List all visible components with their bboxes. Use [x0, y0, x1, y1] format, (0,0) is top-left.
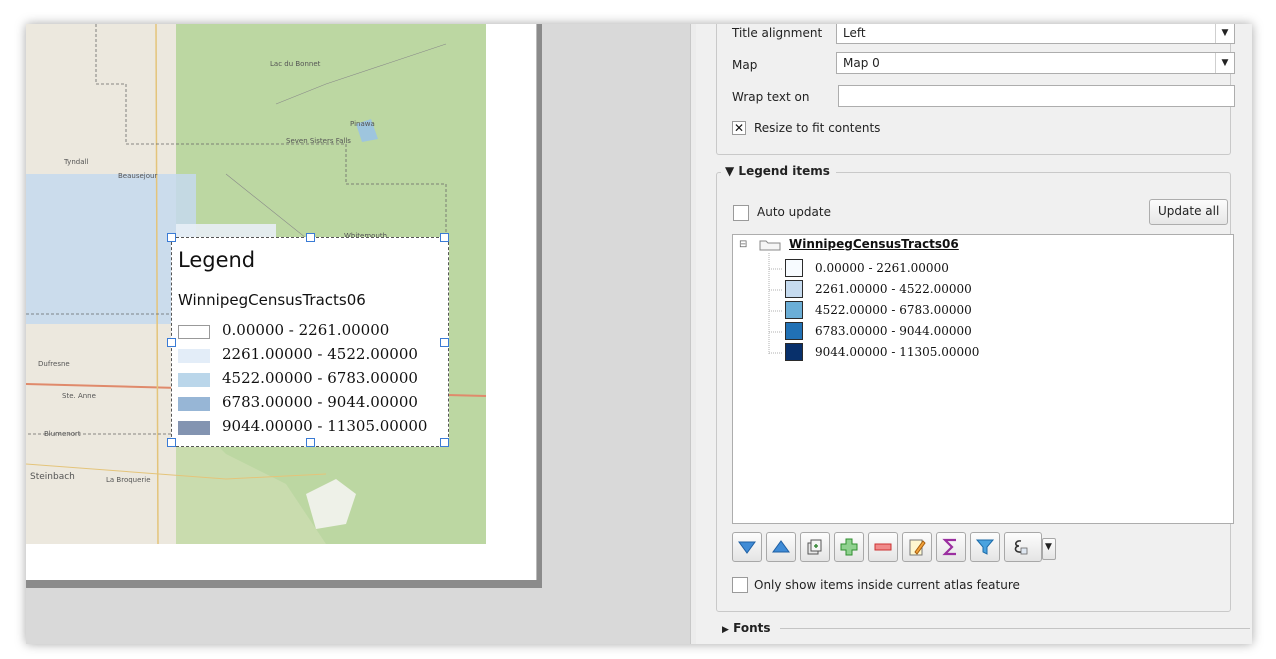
- map-place-label: Beausejour: [118, 172, 158, 180]
- tree-swatch: [785, 343, 803, 361]
- auto-update-checkbox[interactable]: [733, 205, 749, 221]
- add-group-icon: [807, 539, 822, 555]
- tree-item-label[interactable]: 2261.00000 - 4522.00000: [815, 279, 972, 299]
- map-place-label: Blumenort: [44, 430, 81, 438]
- edit-item-button[interactable]: [902, 532, 932, 562]
- chevron-down-icon: ▼: [1045, 542, 1052, 552]
- tree-swatch: [785, 301, 803, 319]
- move-down-button[interactable]: [732, 532, 762, 562]
- move-up-icon: [772, 540, 790, 553]
- resize-to-fit-label: Resize to fit contents: [754, 121, 881, 135]
- wrap-text-label: Wrap text on: [732, 90, 810, 104]
- resize-to-fit-checkbox[interactable]: ✕: [732, 121, 746, 135]
- map-place-label: Steinbach: [30, 472, 75, 482]
- resize-handle[interactable]: [440, 338, 449, 347]
- resize-handle[interactable]: [440, 233, 449, 242]
- map-place-label: La Broquerie: [106, 476, 151, 484]
- item-properties-panel: Title alignment Left ▼ Map Map 0 ▼ Wrap …: [696, 24, 1252, 644]
- tree-item-label[interactable]: 9044.00000 - 11305.00000: [815, 342, 979, 362]
- wrap-text-input[interactable]: [838, 85, 1235, 107]
- legend-title: Legend: [178, 248, 256, 272]
- legend-items-tree[interactable]: ⊟ WinnipegCensusTracts06 0.00000 - 2261.…: [732, 234, 1234, 524]
- legend-entry-label: 9044.00000 - 11305.00000: [222, 417, 428, 435]
- map-select-value: Map 0: [843, 56, 880, 70]
- remove-item-button[interactable]: [868, 532, 898, 562]
- collapse-triangle-icon: ▼: [725, 164, 735, 178]
- legend-swatch: [178, 349, 210, 363]
- map-place-label: Dufresne: [38, 360, 70, 368]
- move-down-icon: [738, 541, 756, 554]
- legend-entry: 0.00000 - 2261.00000: [178, 321, 448, 342]
- edit-item-icon: [909, 539, 926, 556]
- map-place-label: Lac du Bonnet: [270, 60, 321, 68]
- add-group-button[interactable]: [800, 532, 830, 562]
- title-alignment-label: Title alignment: [732, 26, 823, 40]
- expand-triangle-icon: ▶: [722, 625, 729, 635]
- legend-entry: 2261.00000 - 4522.00000: [178, 345, 448, 366]
- expression-icon: [1014, 540, 1028, 555]
- tree-swatch: [785, 280, 803, 298]
- legend-swatch: [178, 421, 210, 435]
- map-select[interactable]: Map 0 ▼: [836, 52, 1235, 74]
- filter-icon: [975, 539, 995, 555]
- map-place-label: Seven Sisters Falls: [286, 137, 351, 145]
- paper-shadow: [26, 580, 542, 588]
- chevron-down-icon: ▼: [1215, 53, 1234, 73]
- map-label: Map: [732, 58, 758, 72]
- legend-items-title: Legend items: [738, 164, 830, 178]
- fonts-group-header[interactable]: ▶ Fonts: [722, 621, 771, 635]
- resize-handle[interactable]: [306, 233, 315, 242]
- update-all-button[interactable]: Update all: [1149, 199, 1229, 225]
- resize-handle[interactable]: [306, 438, 315, 447]
- map-place-label: Pinawa: [350, 120, 375, 128]
- map-place-label: Tyndall: [64, 158, 89, 166]
- resize-handle[interactable]: [167, 338, 176, 347]
- atlas-filter-checkbox[interactable]: [732, 577, 748, 593]
- legend-entry: 6783.00000 - 9044.00000: [178, 393, 448, 414]
- add-item-button[interactable]: [834, 532, 864, 562]
- resize-handle[interactable]: [167, 438, 176, 447]
- chevron-down-icon: ▼: [1215, 24, 1234, 43]
- move-up-button[interactable]: [766, 532, 796, 562]
- legend-swatch: [178, 397, 210, 411]
- legend-swatch: [178, 373, 210, 387]
- tree-item-label[interactable]: 0.00000 - 2261.00000: [815, 258, 949, 278]
- tree-item-label[interactable]: 6783.00000 - 9044.00000: [815, 321, 972, 341]
- atlas-filter-label: Only show items inside current atlas fea…: [754, 578, 1020, 592]
- auto-update-label: Auto update: [757, 205, 831, 219]
- map-place-label: Ste. Anne: [62, 392, 96, 400]
- tree-swatch: [785, 259, 803, 277]
- legend-item[interactable]: Legend WinnipegCensusTracts06 0.00000 - …: [167, 233, 449, 447]
- legend-entry-label: 2261.00000 - 4522.00000: [222, 345, 418, 363]
- layout-page[interactable]: Lac du Bonnet Pinawa Seven Sisters Falls…: [26, 24, 537, 580]
- remove-item-icon: [874, 543, 892, 551]
- legend-entry-label: 0.00000 - 2261.00000: [222, 321, 390, 339]
- legend-entry: 9044.00000 - 11305.00000: [178, 417, 448, 438]
- legend-items-group-header[interactable]: ▼ Legend items: [721, 164, 836, 178]
- resize-handle[interactable]: [440, 438, 449, 447]
- fonts-group-title: Fonts: [733, 621, 771, 635]
- layout-window: Lac du Bonnet Pinawa Seven Sisters Falls…: [26, 24, 1252, 644]
- legend-entry: 4522.00000 - 6783.00000: [178, 369, 448, 390]
- filter-button[interactable]: [970, 532, 1000, 562]
- legend-entry-label: 6783.00000 - 9044.00000: [222, 393, 418, 411]
- sum-button[interactable]: [936, 532, 966, 562]
- legend-swatch: [178, 325, 210, 339]
- add-item-icon: [840, 538, 858, 556]
- sum-icon: [942, 538, 956, 556]
- expression-dropdown[interactable]: ▼: [1042, 538, 1056, 560]
- tree-swatch: [785, 322, 803, 340]
- fonts-group-divider: [780, 628, 1250, 629]
- legend-entry-label: 4522.00000 - 6783.00000: [222, 369, 418, 387]
- expression-button[interactable]: [1004, 532, 1042, 562]
- legend-layer-name: WinnipegCensusTracts06: [178, 291, 366, 309]
- title-alignment-select[interactable]: Left ▼: [836, 24, 1235, 44]
- tree-item-label[interactable]: 4522.00000 - 6783.00000: [815, 300, 972, 320]
- layout-canvas[interactable]: Lac du Bonnet Pinawa Seven Sisters Falls…: [26, 24, 690, 644]
- title-alignment-value: Left: [843, 26, 866, 40]
- resize-handle[interactable]: [167, 233, 176, 242]
